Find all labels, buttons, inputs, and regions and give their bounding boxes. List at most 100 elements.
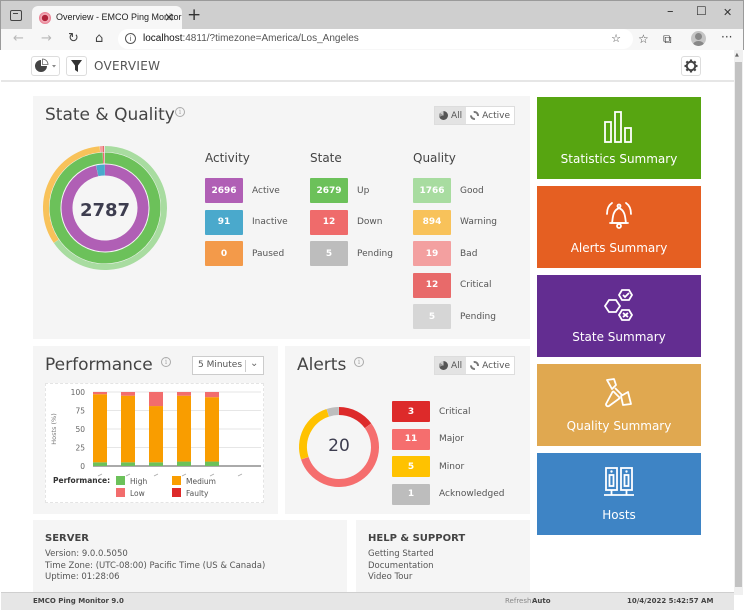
help-link-getting-started[interactable]: Getting Started (368, 549, 434, 561)
activity-count-badge[interactable]: 2696 (205, 178, 243, 204)
performance-chart-svg: 0 25 50 75 100 Hosts (%) Performance: High Mediu… (50, 388, 261, 498)
activity-count-badge[interactable]: 0 (205, 241, 243, 267)
state-count-badge[interactable]: 2679 (310, 178, 348, 204)
alerts-title: Alerts (297, 355, 347, 375)
refresh-value[interactable]: Auto (532, 597, 551, 605)
scroll-thumb[interactable] (735, 62, 742, 587)
minimize-button[interactable]: – (667, 4, 674, 19)
state-legend-item[interactable]: 5 Pending (310, 238, 393, 270)
page-scrollbar[interactable]: ▲ (734, 50, 743, 595)
bar-medium[interactable] (177, 395, 191, 462)
alert-legend-item[interactable]: 5 Minor (392, 453, 504, 481)
bar-low[interactable] (149, 392, 163, 407)
scroll-up-arrow[interactable]: ▲ (735, 52, 739, 58)
quality-count-badge[interactable]: 894 (413, 209, 451, 235)
back-button[interactable]: ← (13, 31, 24, 46)
more-menu-icon[interactable]: ··· (721, 30, 732, 44)
bar-medium[interactable] (93, 394, 107, 463)
bar-high[interactable] (205, 461, 219, 466)
bar-medium[interactable] (205, 397, 219, 462)
alert-label: Acknowledged (439, 489, 505, 500)
quality-count-badge[interactable]: 5 (413, 304, 451, 330)
bar-low[interactable] (205, 392, 219, 398)
info-icon[interactable]: i (175, 107, 185, 117)
legend-swatch-low[interactable] (116, 488, 125, 497)
toggle-all[interactable]: All (435, 357, 467, 374)
quality-count-badge[interactable]: 12 (413, 272, 451, 298)
home-button[interactable]: ⌂ (95, 31, 103, 46)
tab-close-icon[interactable]: × (164, 10, 174, 24)
alert-count-badge[interactable]: 5 (392, 456, 430, 478)
bar-high[interactable] (177, 461, 191, 466)
tile-hosts[interactable]: Hosts (537, 453, 701, 535)
reload-button[interactable]: ↻ (68, 31, 79, 46)
quality-count-badge[interactable]: 19 (413, 241, 451, 267)
quality-count-badge[interactable]: 1766 (413, 178, 451, 204)
favorites-icon[interactable]: ☆ (638, 32, 649, 46)
bar-chart-icon (601, 110, 637, 147)
site-info-icon[interactable]: i (125, 33, 136, 44)
alert-legend-item[interactable]: 3 Critical (392, 398, 504, 426)
tile-state-summary[interactable]: State Summary (537, 275, 701, 357)
alert-legend-item[interactable]: 11 Major (392, 426, 504, 454)
legend-swatch-high[interactable] (116, 476, 125, 485)
state-legend-item[interactable]: 12 Down (310, 207, 393, 239)
bar-low[interactable] (121, 392, 135, 396)
activity-label: Paused (252, 248, 285, 259)
activity-legend-item[interactable]: 91 Inactive (205, 207, 288, 239)
state-count-badge[interactable]: 12 (310, 209, 348, 235)
quality-legend-item[interactable]: 5 Pending (413, 301, 497, 333)
quality-legend-item[interactable]: 894 Warning (413, 207, 497, 239)
tile-alerts-summary[interactable]: Alerts Summary (537, 186, 701, 268)
alert-count-badge[interactable]: 11 (392, 428, 430, 450)
state-legend-item[interactable]: 2679 Up (310, 175, 393, 207)
bar-low[interactable] (177, 392, 191, 396)
toggle-active[interactable]: Active (466, 357, 514, 374)
collections-icon[interactable]: ⧉ (663, 32, 672, 47)
toggle-active[interactable]: Active (466, 107, 514, 124)
legend-swatch-faulty[interactable] (172, 488, 181, 497)
activity-count-badge[interactable]: 91 (205, 209, 243, 235)
info-icon[interactable]: i (354, 357, 364, 367)
alert-count-badge[interactable]: 3 (392, 401, 430, 423)
bar-high[interactable] (149, 462, 163, 466)
state-count-badge[interactable]: 5 (310, 241, 348, 267)
bar-medium[interactable] (121, 395, 135, 463)
help-link-documentation[interactable]: Documentation (368, 561, 434, 573)
info-icon[interactable]: i (161, 357, 171, 367)
filter-button[interactable] (66, 56, 87, 76)
activity-legend-item[interactable]: 0 Paused (205, 238, 288, 270)
quality-legend-item[interactable]: 19 Bad (413, 238, 497, 270)
bar-medium[interactable] (149, 406, 163, 463)
quality-label: Warning (460, 217, 498, 228)
browser-tab[interactable]: Overview - EMCO Ping Monitor × (32, 6, 182, 31)
legend-title: Performance: (53, 476, 110, 485)
help-link-video-tour[interactable]: Video Tour (368, 572, 434, 584)
alerts-segment-critical[interactable] (338, 407, 372, 429)
activity-legend-item[interactable]: 2696 Active (205, 175, 288, 207)
tile-quality-summary[interactable]: Quality Summary (537, 364, 701, 446)
alert-count-badge[interactable]: 1 (392, 483, 430, 505)
alerts-segment-acknowledged[interactable] (326, 407, 340, 417)
toggle-all[interactable]: All (435, 107, 467, 124)
forward-button[interactable]: → (41, 31, 52, 46)
add-favorite-icon[interactable]: ☆ (611, 32, 621, 45)
interval-dropdown[interactable]: 5 Minutes ⌄ (192, 356, 264, 375)
bar-low[interactable] (93, 392, 107, 395)
bar-high[interactable] (121, 462, 135, 466)
window-close-button[interactable]: ✕ (723, 6, 732, 19)
window-menu-icon[interactable] (10, 10, 22, 21)
dashboard-menu-button[interactable] (31, 56, 60, 76)
legend-swatch-medium[interactable] (172, 476, 181, 485)
tile-statistics-summary[interactable]: Statistics Summary (537, 97, 701, 179)
quality-legend-item[interactable]: 12 Critical (413, 270, 497, 302)
activity-segment-inactive[interactable] (96, 164, 106, 177)
bar-high[interactable] (93, 462, 107, 466)
maximize-button[interactable]: ☐ (696, 4, 707, 18)
settings-button[interactable] (681, 56, 701, 76)
profile-avatar[interactable] (691, 31, 706, 46)
url-input[interactable]: i localhost:4811/?timezone=America/Los_A… (118, 29, 633, 49)
alert-legend-item[interactable]: 1 Acknowledged (392, 481, 504, 509)
new-tab-button[interactable]: + (187, 5, 201, 25)
quality-legend-item[interactable]: 1766 Good (413, 175, 497, 207)
